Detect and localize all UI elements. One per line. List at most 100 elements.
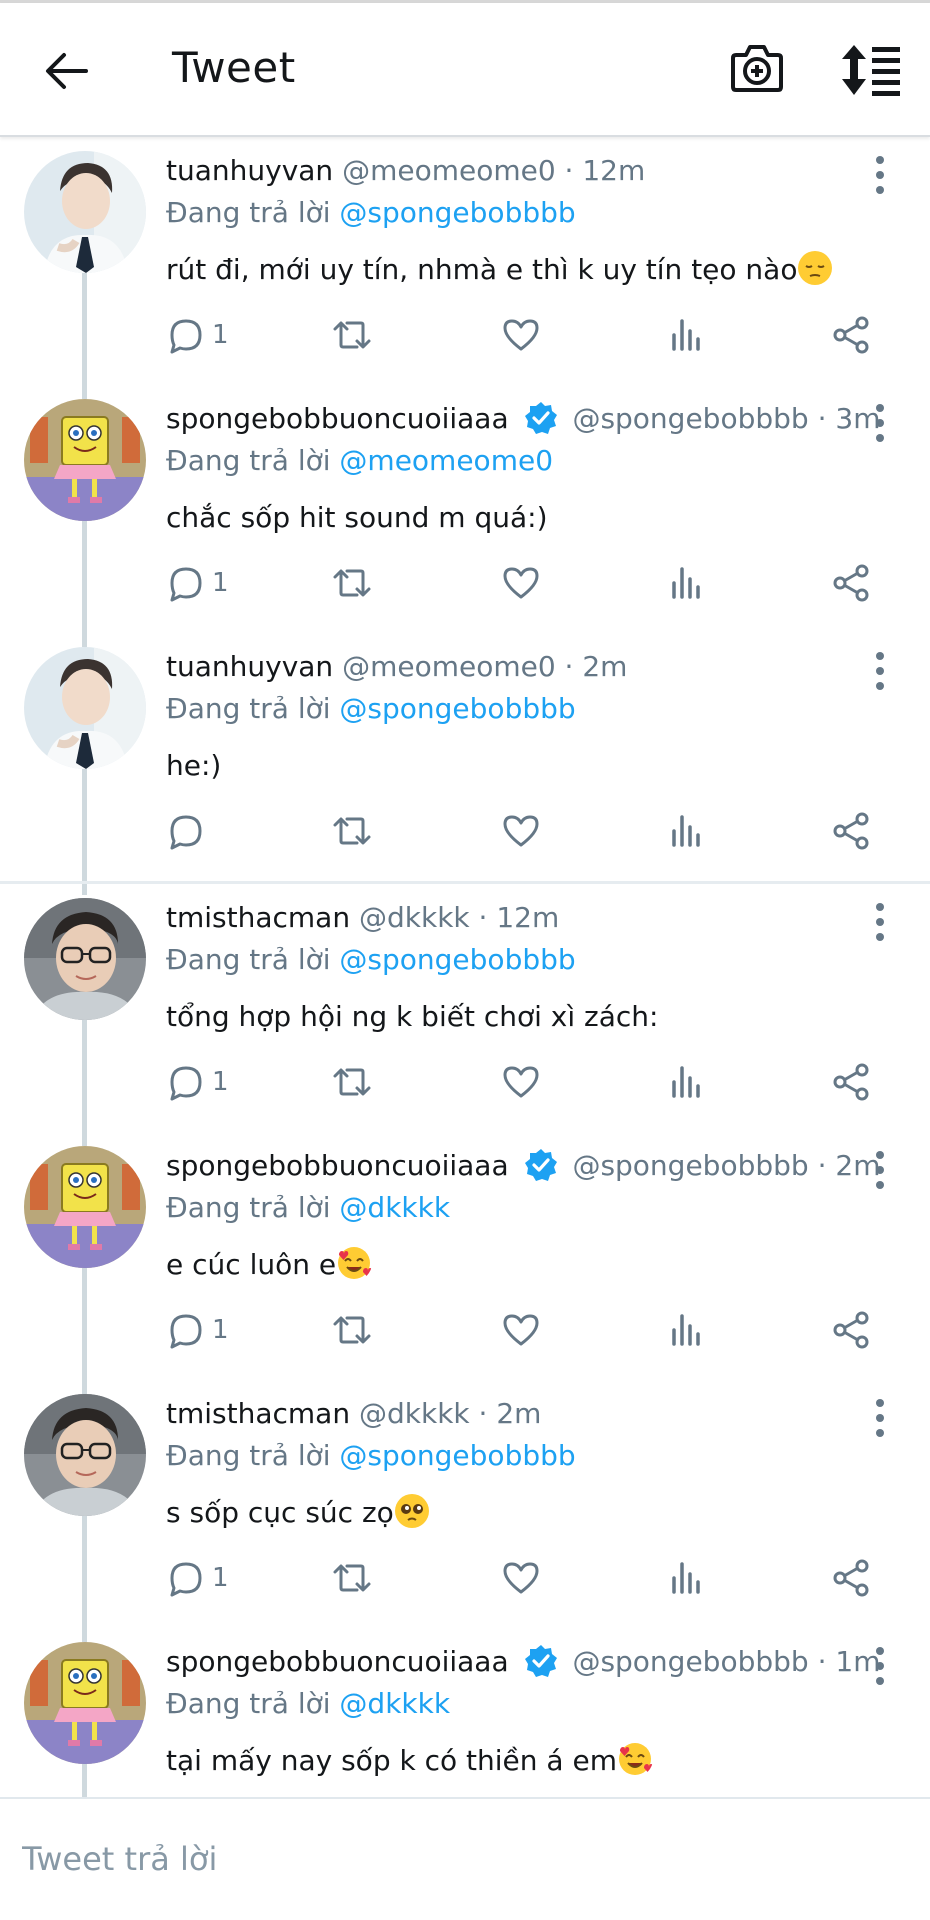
tweet[interactable]: spongebobbuoncuoiiaaa @spongebobbbb · 1m… [0, 1628, 930, 1797]
replying-to: Đang trả lời @spongebobbbb [166, 940, 576, 980]
avatar[interactable] [24, 1146, 146, 1268]
like-button[interactable] [501, 313, 541, 357]
mention-link[interactable]: @dkkkk [339, 1191, 450, 1224]
handle-and-time: @dkkkk · 12m [358, 901, 560, 934]
mention-link[interactable]: @meomeome0 [339, 444, 553, 477]
views-button[interactable] [666, 1556, 706, 1600]
reply-button[interactable]: 1 [166, 1308, 229, 1352]
avatar[interactable] [24, 399, 146, 521]
reply-icon [170, 815, 202, 850]
tweet[interactable]: tmisthacman @dkkkk · 12m Đang trả lời @s… [0, 884, 930, 1146]
verified-badge-icon [524, 402, 557, 434]
more-options-button[interactable] [862, 900, 898, 944]
display-name[interactable]: tuanhuyvan [166, 650, 333, 683]
tweet-actions: 1 [166, 561, 886, 605]
like-button[interactable] [501, 561, 541, 605]
back-button[interactable] [36, 41, 96, 101]
mention-link[interactable]: @spongebobbbb [339, 692, 575, 725]
reply-button[interactable]: 1 [166, 561, 229, 605]
more-vertical-icon [876, 1399, 884, 1437]
avatar[interactable] [24, 151, 146, 273]
mention-link[interactable]: @spongebobbbb [339, 196, 575, 229]
like-button[interactable] [501, 1060, 541, 1104]
camera-button[interactable] [730, 43, 790, 103]
views-button[interactable] [666, 809, 706, 853]
display-name[interactable]: tmisthacman [166, 1397, 350, 1430]
tweet[interactable]: spongebobbuoncuoiiaaa @spongebobbbb · 3m… [0, 385, 930, 647]
more-options-button[interactable] [862, 401, 898, 445]
analytics-bars-icon [672, 319, 700, 351]
display-name[interactable]: tuanhuyvan [166, 154, 333, 187]
mention-link[interactable]: @spongebobbbb [339, 943, 575, 976]
analytics-bars-icon [672, 1066, 700, 1098]
retweet-button[interactable] [331, 313, 373, 357]
mention-link[interactable]: @dkkkk [339, 1687, 450, 1720]
more-options-button[interactable] [862, 1644, 898, 1688]
display-name[interactable]: spongebobbuoncuoiiaaa [166, 1149, 509, 1182]
retweet-button[interactable] [331, 561, 373, 605]
reply-button[interactable]: 1 [166, 313, 229, 357]
tweet[interactable]: tmisthacman @dkkkk · 2m Đang trả lời @sp… [0, 1380, 930, 1642]
retweet-button[interactable] [331, 1060, 373, 1104]
retweet-icon [333, 817, 371, 845]
reply-button[interactable]: 1 [166, 1556, 229, 1600]
avatar-spongebob-image [24, 399, 146, 521]
retweet-button[interactable] [331, 1556, 373, 1600]
views-button[interactable] [666, 1308, 706, 1352]
more-options-button[interactable] [862, 649, 898, 693]
share-button[interactable] [831, 561, 871, 605]
more-options-button[interactable] [862, 1148, 898, 1192]
retweet-button[interactable] [331, 809, 373, 853]
more-options-button[interactable] [862, 1396, 898, 1440]
share-button[interactable] [831, 809, 871, 853]
share-button[interactable] [831, 1308, 871, 1352]
avatar[interactable] [24, 898, 146, 1020]
views-button[interactable] [666, 313, 706, 357]
views-button[interactable] [666, 1060, 706, 1104]
display-name[interactable]: tmisthacman [166, 901, 350, 934]
analytics-bars-icon [672, 1562, 700, 1594]
thread-connector-line [82, 521, 87, 647]
mention-link[interactable]: @spongebobbbb [339, 1439, 575, 1472]
like-button[interactable] [501, 809, 541, 853]
analytics-bars-icon [672, 567, 700, 599]
like-button[interactable] [501, 1556, 541, 1600]
sort-replies-button[interactable] [840, 43, 910, 103]
avatar[interactable] [24, 647, 146, 769]
share-icon [833, 812, 869, 850]
reply-input[interactable] [20, 1833, 904, 1885]
share-button[interactable] [831, 1556, 871, 1600]
tweet-text-content: tổng hợp hội ng k biết chơi xì zách: [166, 1000, 659, 1033]
tweet[interactable]: tuanhuyvan @meomeome0 · 2m Đang trả lời … [0, 633, 930, 895]
reply-icon [170, 319, 202, 354]
reply-thread: tuanhuyvan @meomeome0 · 12m Đang trả lời… [0, 137, 930, 1797]
views-button[interactable] [666, 561, 706, 605]
replying-to: Đang trả lời @dkkkk [166, 1188, 450, 1228]
heart-icon [503, 815, 539, 847]
tweet[interactable]: tuanhuyvan @meomeome0 · 12m Đang trả lời… [0, 137, 930, 399]
thread-connector-line [82, 1268, 87, 1394]
tweet-actions: 1 [166, 1060, 886, 1104]
thread-connector-line [82, 1516, 87, 1642]
share-button[interactable] [831, 1060, 871, 1104]
display-name[interactable]: spongebobbuoncuoiiaaa [166, 402, 509, 435]
share-button[interactable] [831, 313, 871, 357]
avatar-photo-image [24, 647, 146, 769]
display-name[interactable]: spongebobbuoncuoiiaaa [166, 1645, 509, 1678]
reply-button[interactable]: 1 [166, 1060, 229, 1104]
retweet-button[interactable] [331, 1308, 373, 1352]
more-vertical-icon [876, 156, 884, 194]
reply-button[interactable] [166, 809, 212, 853]
tweet-text: tại mấy nay sốp k có thiền á em [166, 1740, 653, 1782]
tweet[interactable]: spongebobbuoncuoiiaaa @spongebobbbb · 2m… [0, 1132, 930, 1394]
handle-and-time: @meomeome0 · 12m [342, 154, 646, 187]
more-vertical-icon [876, 1647, 884, 1685]
retweet-icon [333, 569, 371, 597]
avatar[interactable] [24, 1394, 146, 1516]
avatar[interactable] [24, 1642, 146, 1764]
share-icon [833, 564, 869, 602]
like-button[interactable] [501, 1308, 541, 1352]
more-vertical-icon [876, 1151, 884, 1189]
more-options-button[interactable] [862, 153, 898, 197]
pensive-face-emoji-icon [798, 251, 833, 285]
